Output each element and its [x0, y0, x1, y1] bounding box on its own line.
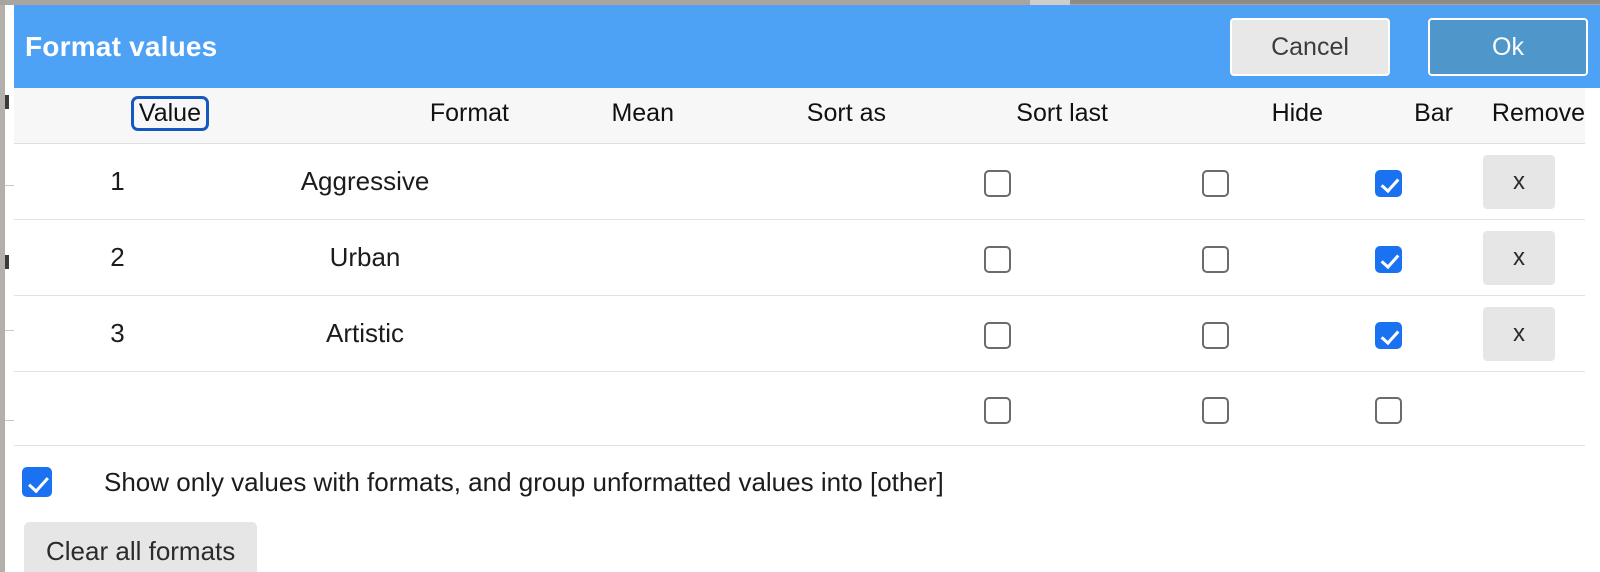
cell-value[interactable]: 3: [14, 295, 209, 372]
table-row: 1 Aggressive x: [14, 143, 1585, 220]
show-only-values-checkbox[interactable]: [22, 467, 52, 497]
background-window-left-edge: [5, 5, 14, 572]
remove-row-button[interactable]: x: [1483, 306, 1555, 361]
bar-cell: [1323, 143, 1453, 220]
background-edge-mark: [5, 255, 9, 269]
column-header-sort-as[interactable]: Sort as: [674, 88, 886, 144]
column-header-sort-last[interactable]: Sort last: [886, 88, 1108, 144]
hide-checkbox[interactable]: [1202, 321, 1229, 349]
format-values-table-wrap: Value Format Mean Sort as Sort last Hide…: [14, 88, 1585, 446]
remove-row-button[interactable]: x: [1483, 230, 1555, 285]
cell-value[interactable]: [14, 371, 209, 446]
hide-cell: [1108, 143, 1323, 220]
screen: Format values Cancel Ok Value Format Mea…: [0, 0, 1600, 572]
cell-sort-as[interactable]: [674, 295, 886, 372]
cell-sort-as[interactable]: [674, 371, 886, 446]
table-body: 1 Aggressive x 2 Urban x 3 Artistic x: [14, 143, 1585, 446]
cell-remove: x: [1453, 219, 1585, 296]
background-edge-tick: [5, 185, 14, 186]
column-header-value-label: Value: [130, 96, 209, 131]
sort-last-cell: [886, 143, 1108, 220]
dialog-action-buttons: Cancel Ok: [1230, 18, 1588, 76]
bar-cell: [1323, 219, 1453, 296]
bar-checkbox[interactable]: [1374, 245, 1402, 273]
cell-value[interactable]: 2: [14, 219, 209, 296]
sort-last-cell: [886, 371, 1108, 446]
format-values-dialog: Format values Cancel Ok Value Format Mea…: [14, 5, 1600, 572]
show-only-values-label: Show only values with formats, and group…: [104, 466, 944, 497]
cell-mean[interactable]: [509, 219, 674, 296]
remove-row-button[interactable]: x: [1483, 154, 1555, 209]
bar-checkbox[interactable]: [1374, 396, 1402, 424]
ok-button[interactable]: Ok: [1428, 18, 1588, 76]
show-only-values-row[interactable]: Show only values with formats, and group…: [14, 460, 1600, 504]
cell-format[interactable]: Aggressive: [209, 143, 509, 220]
cell-value[interactable]: 1: [14, 143, 209, 220]
background-edge-mark: [5, 95, 9, 109]
hide-checkbox[interactable]: [1202, 245, 1229, 273]
cell-format[interactable]: Artistic: [209, 295, 509, 372]
dialog-footer: Show only values with formats, and group…: [14, 446, 1600, 572]
hide-checkbox[interactable]: [1202, 396, 1229, 424]
table-row: 3 Artistic x: [14, 295, 1585, 372]
table-header: Value Format Mean Sort as Sort last Hide…: [14, 88, 1585, 144]
hide-checkbox[interactable]: [1202, 169, 1229, 197]
cell-format[interactable]: [209, 371, 509, 446]
sort-last-cell: [886, 295, 1108, 372]
cell-mean[interactable]: [509, 371, 674, 446]
cell-remove: [1453, 371, 1585, 446]
bar-checkbox[interactable]: [1374, 169, 1402, 197]
table-row: [14, 371, 1585, 446]
bar-cell: [1323, 295, 1453, 372]
bar-cell: [1323, 371, 1453, 446]
column-header-mean[interactable]: Mean: [509, 88, 674, 144]
cancel-button[interactable]: Cancel: [1230, 18, 1390, 76]
cell-mean[interactable]: [509, 295, 674, 372]
cell-sort-as[interactable]: [674, 143, 886, 220]
table-row: 2 Urban x: [14, 219, 1585, 296]
column-header-value[interactable]: Value: [14, 88, 209, 144]
cell-sort-as[interactable]: [674, 219, 886, 296]
cell-mean[interactable]: [509, 143, 674, 220]
dialog-title: Format values: [25, 31, 218, 62]
column-header-remove[interactable]: Remove: [1453, 88, 1585, 144]
dialog-titlebar: Format values Cancel Ok: [14, 5, 1600, 88]
cell-remove: x: [1453, 143, 1585, 220]
hide-cell: [1108, 295, 1323, 372]
sort-last-checkbox[interactable]: [983, 245, 1011, 273]
table-header-row: Value Format Mean Sort as Sort last Hide…: [14, 88, 1585, 144]
cell-remove: x: [1453, 295, 1585, 372]
column-header-bar[interactable]: Bar: [1323, 88, 1453, 144]
background-edge-tick: [5, 420, 14, 421]
background-window-top-shadow: [1070, 0, 1600, 4]
sort-last-checkbox[interactable]: [983, 169, 1011, 197]
hide-cell: [1108, 219, 1323, 296]
sort-last-cell: [886, 219, 1108, 296]
bar-checkbox[interactable]: [1374, 321, 1402, 349]
format-values-table: Value Format Mean Sort as Sort last Hide…: [14, 88, 1585, 446]
clear-all-formats-button[interactable]: Clear all formats: [24, 522, 258, 572]
hide-cell: [1108, 371, 1323, 446]
background-edge-tick: [5, 330, 14, 331]
column-header-hide[interactable]: Hide: [1108, 88, 1323, 144]
cell-format[interactable]: Urban: [209, 219, 509, 296]
column-header-format[interactable]: Format: [209, 88, 509, 144]
sort-last-checkbox[interactable]: [983, 396, 1011, 424]
sort-last-checkbox[interactable]: [983, 321, 1011, 349]
